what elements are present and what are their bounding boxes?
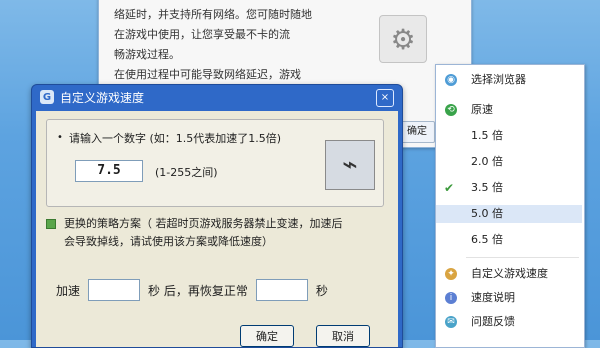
background-line: 在使用过程中可能导致网络延迟，游戏: [114, 68, 301, 81]
range-hint: (1-255之间): [155, 166, 218, 179]
custom-icon: ✦: [445, 268, 457, 280]
close-button[interactable]: ×: [376, 89, 394, 107]
speed-chart-icon: ⌁: [325, 140, 375, 190]
cancel-button[interactable]: 取消: [316, 325, 370, 347]
menu-item-speed[interactable]: 2.0 倍: [436, 153, 582, 171]
menu-label: 1.5 倍: [471, 129, 503, 142]
reset-icon: ⟲: [445, 104, 457, 116]
menu-label: 6.5 倍: [471, 233, 503, 246]
gear-icon: ⚙: [379, 15, 427, 63]
menu-item-speed[interactable]: 6.5 倍: [436, 231, 582, 249]
advanced-line: 更换的策略方案（ 若超时页游戏服务器禁止变速，加速后: [46, 215, 386, 233]
app-icon: G: [40, 90, 54, 104]
background-ok-button[interactable]: 确定: [399, 121, 435, 143]
bullet-icon: •: [57, 132, 63, 143]
menu-label: 选择浏览器: [471, 73, 526, 86]
custom-speed-dialog: G 自定义游戏速度 × • 请输入一个数字 (如：1.5代表加速了1.5倍) 7…: [31, 84, 403, 348]
dialog-title: 自定义游戏速度: [60, 90, 145, 105]
ok-button[interactable]: 确定: [240, 325, 294, 347]
background-line: 在游戏中使用，让您享受最不卡的流: [114, 28, 290, 41]
dialog-client: • 请输入一个数字 (如：1.5代表加速了1.5倍) 7.5 (1-255之间)…: [36, 111, 398, 347]
menu-label: 5.0 倍: [471, 207, 503, 220]
menu-item-custom-speed[interactable]: ✦ 自定义游戏速度: [436, 265, 582, 283]
advanced-checkbox[interactable]: [46, 219, 56, 229]
background-line: 畅游戏过程。: [114, 48, 180, 61]
menu-label: 原速: [471, 103, 493, 116]
advanced-text-1: 更换的策略方案（ 若超时页游戏服务器禁止变速，加速后: [64, 217, 343, 230]
timer-middle: 秒 后，再恢复正常: [148, 283, 248, 298]
dialog-titlebar: G 自定义游戏速度 ×: [32, 85, 402, 109]
speed-prompt: 请输入一个数字 (如：1.5代表加速了1.5倍): [69, 132, 282, 145]
button-bar: 确定 取消: [36, 325, 398, 347]
feedback-icon: ✉: [445, 316, 457, 328]
menu-label: 自定义游戏速度: [471, 267, 548, 280]
menu-item-choose-browser[interactable]: ◉ 选择浏览器: [436, 71, 582, 89]
browser-icon: ◉: [445, 74, 457, 86]
timer-restore-input[interactable]: [255, 279, 308, 301]
menu-label: 3.5 倍: [471, 181, 503, 194]
info-icon: i: [445, 292, 457, 304]
menu-item-speed-help[interactable]: i 速度说明: [436, 289, 582, 307]
menu-label: 问题反馈: [471, 315, 515, 328]
menu-item-speed[interactable]: ✔ 3.5 倍: [436, 179, 582, 197]
menu-label: 2.0 倍: [471, 155, 503, 168]
menu-item-feedback[interactable]: ✉ 问题反馈: [436, 313, 582, 331]
context-menu: ◉ 选择浏览器 ⟲ 原速 1.5 倍 2.0 倍 ✔ 3.5 倍 5.0 倍 6…: [435, 64, 585, 348]
timer-prefix: 加速: [56, 283, 81, 298]
timer-suffix: 秒: [315, 283, 328, 298]
background-line: 络延时，并支持所有网络。您可随时随地: [114, 8, 312, 21]
speed-input[interactable]: 7.5: [75, 160, 143, 182]
menu-item-normal-speed[interactable]: ⟲ 原速: [436, 101, 582, 119]
speed-input-group: • 请输入一个数字 (如：1.5代表加速了1.5倍) 7.5 (1-255之间)…: [46, 119, 384, 207]
menu-item-speed[interactable]: 5.0 倍: [436, 205, 582, 223]
background-description: 络延时，并支持所有网络。您可随时随地 在游戏中使用，让您享受最不卡的流 畅游戏过…: [114, 5, 364, 85]
timer-seconds-input[interactable]: [88, 279, 141, 301]
menu-item-speed[interactable]: 1.5 倍: [436, 127, 582, 145]
check-icon: ✔: [444, 181, 455, 195]
menu-separator: [466, 257, 579, 258]
advanced-option[interactable]: 更换的策略方案（ 若超时页游戏服务器禁止变速，加速后 会导致掉线，请试使用该方案…: [46, 215, 386, 251]
advanced-text-2: 会导致掉线，请试使用该方案或降低速度）: [64, 235, 273, 248]
menu-label: 速度说明: [471, 291, 515, 304]
timer-row: 加速 秒 后，再恢复正常 秒: [56, 279, 386, 301]
